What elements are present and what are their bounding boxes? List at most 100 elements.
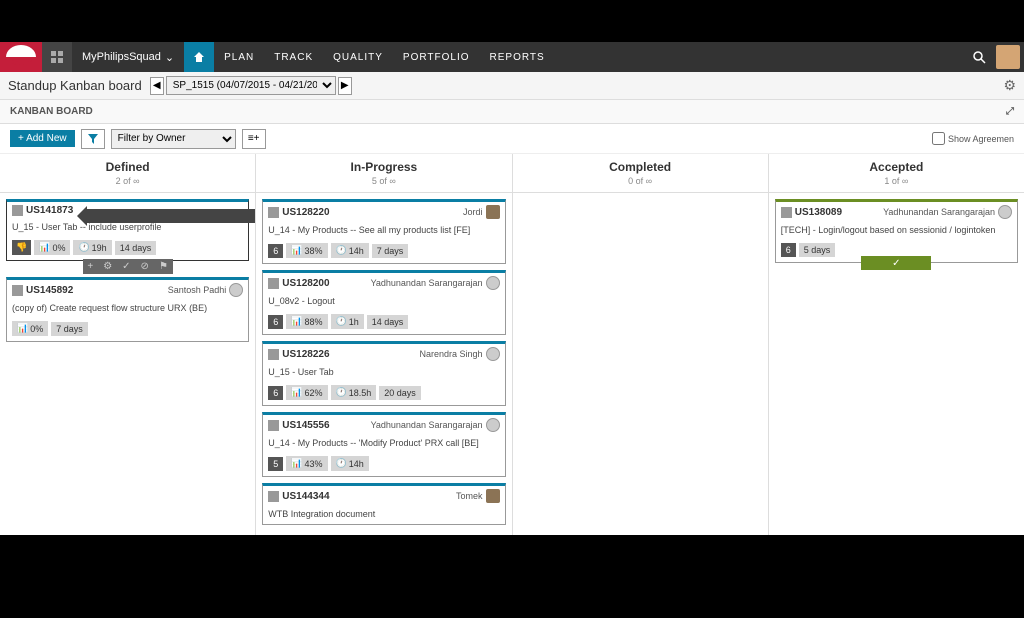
column-count: 1 of ∞: [775, 176, 1018, 186]
card-stats: 6 📊88% 🕐1h 14 days: [263, 311, 504, 334]
stat-percent: 📊0%: [34, 240, 70, 255]
story-icon: [268, 491, 279, 502]
card-description: WTB Integration document: [263, 506, 504, 524]
gear-icon[interactable]: ⚙: [1003, 77, 1016, 94]
owner-avatar-icon: [486, 418, 500, 432]
card[interactable]: US128200 Yadhunandan Sarangarajan U_08v2…: [262, 270, 505, 335]
card-id[interactable]: US128200: [282, 278, 329, 289]
section-header: KANBAN BOARD ⤢: [0, 100, 1024, 124]
card-action-bar: + ⚙ ✓ ⊘ ⚑: [83, 259, 173, 274]
column-count: 2 of ∞: [6, 176, 249, 186]
card[interactable]: US128226 Narendra Singh U_15 - User Tab …: [262, 341, 505, 406]
card[interactable]: US141873 U_15 - User Tab -- include user…: [6, 199, 249, 261]
column-body[interactable]: US141873 U_15 - User Tab -- include user…: [0, 193, 255, 535]
stat-days: 7 days: [51, 322, 88, 336]
workspace-selector[interactable]: MyPhilipsSquad ⌄: [72, 42, 184, 72]
nav-track[interactable]: TRACK: [264, 42, 323, 72]
show-agreement-toggle[interactable]: Show Agreemen: [932, 132, 1014, 145]
owner-avatar-icon: [486, 489, 500, 503]
action-add-icon[interactable]: +: [87, 261, 93, 272]
card-owner: Yadhunandan Sarangarajan: [883, 205, 1012, 219]
action-flag-icon[interactable]: ⚑: [159, 261, 168, 272]
owner-avatar-icon: [998, 205, 1012, 219]
stat-days: 20 days: [379, 386, 421, 400]
apps-icon[interactable]: [42, 42, 72, 72]
card[interactable]: US145892 Santosh Padhi (copy of) Create …: [6, 277, 249, 342]
stat-days: 14 days: [367, 315, 409, 329]
card-id[interactable]: US145892: [26, 285, 73, 296]
thumb-icon: 👎: [12, 240, 31, 255]
stat-percent: 📊62%: [286, 385, 327, 400]
stat-days: 14 days: [115, 241, 157, 255]
story-icon: [268, 278, 279, 289]
card-description: U_08v2 - Logout: [263, 293, 504, 311]
card-stats: 5 📊43% 🕐14h: [263, 453, 504, 476]
column-header: In-Progress 5 of ∞: [256, 154, 511, 193]
column-accepted: Accepted 1 of ∞ US138089 Yadhunandan Sar…: [769, 154, 1024, 535]
card[interactable]: US138089 Yadhunandan Sarangarajan [TECH]…: [775, 199, 1018, 263]
stat-points: 6: [781, 243, 796, 257]
card-owner: Yadhunandan Sarangarajan: [371, 418, 500, 432]
owner-avatar-icon: [486, 205, 500, 219]
stat-points: 6: [268, 244, 283, 258]
card-description: U_14 - My Products -- See all my product…: [263, 222, 504, 240]
search-icon[interactable]: [962, 50, 996, 64]
story-icon: [268, 420, 279, 431]
stat-percent: 📊88%: [286, 314, 327, 329]
kanban-board: Defined 2 of ∞ US141873 U_15 - User Tab …: [0, 154, 1024, 535]
card-id[interactable]: US145556: [282, 420, 329, 431]
sprint-next-button[interactable]: ▶: [338, 77, 352, 95]
card[interactable]: US128220 Jordi U_14 - My Products -- See…: [262, 199, 505, 264]
column-header: Accepted 1 of ∞: [769, 154, 1024, 193]
story-icon: [781, 207, 792, 218]
add-new-button[interactable]: + Add New: [10, 130, 75, 147]
owner-avatar-icon: [229, 283, 243, 297]
card-stats: 6 📊38% 🕐14h 7 days: [263, 240, 504, 263]
sprint-navigator: ◀ SP_1515 (04/07/2015 - 04/21/2015) ▶: [150, 76, 352, 95]
nav-reports[interactable]: REPORTS: [480, 42, 555, 72]
card-owner: Jordi: [463, 205, 500, 219]
story-icon: [268, 349, 279, 360]
column-title: Defined: [6, 160, 249, 174]
card-id[interactable]: US144344: [282, 491, 329, 502]
top-navbar: RALLY MyPhilipsSquad ⌄ PLAN TRACK QUALIT…: [0, 42, 1024, 72]
nav-quality[interactable]: QUALITY: [323, 42, 393, 72]
card-owner: Santosh Padhi: [168, 283, 244, 297]
column-title: Completed: [519, 160, 762, 174]
card-id[interactable]: US128226: [282, 349, 329, 360]
column-body[interactable]: US138089 Yadhunandan Sarangarajan [TECH]…: [769, 193, 1024, 535]
view-toggle-button[interactable]: ≡+: [242, 129, 266, 149]
card-id[interactable]: US141873: [26, 205, 73, 216]
action-block-icon[interactable]: ⊘: [141, 261, 149, 272]
expand-icon[interactable]: ⤢: [1006, 106, 1014, 117]
stat-time: 🕐14h: [331, 243, 369, 258]
card-stats: 👎 📊0% 🕐19h 14 days: [7, 237, 248, 260]
sprint-prev-button[interactable]: ◀: [150, 77, 164, 95]
column-body[interactable]: [513, 193, 768, 535]
nav-plan[interactable]: PLAN: [214, 42, 264, 72]
filter-icon[interactable]: [81, 129, 105, 149]
card[interactable]: US145556 Yadhunandan Sarangarajan U_14 -…: [262, 412, 505, 477]
column-defined: Defined 2 of ∞ US141873 U_15 - User Tab …: [0, 154, 256, 535]
card-stats: 6 📊62% 🕐18.5h 20 days: [263, 382, 504, 405]
home-button[interactable]: [184, 42, 214, 72]
story-icon: [12, 285, 23, 296]
stat-points: 5: [268, 457, 283, 471]
action-check-icon[interactable]: ✓: [122, 261, 130, 272]
accepted-badge: ✓: [861, 256, 931, 270]
user-avatar[interactable]: [996, 45, 1020, 69]
action-settings-icon[interactable]: ⚙: [103, 261, 112, 272]
stat-time: 🕐18.5h: [331, 385, 377, 400]
card-id[interactable]: US138089: [795, 207, 842, 218]
nav-portfolio[interactable]: PORTFOLIO: [393, 42, 480, 72]
column-body[interactable]: US128220 Jordi U_14 - My Products -- See…: [256, 193, 511, 535]
agreement-checkbox[interactable]: [932, 132, 945, 145]
owner-filter-select[interactable]: Filter by Owner: [111, 129, 236, 149]
stat-time: 🕐14h: [331, 456, 369, 471]
column-count: 0 of ∞: [519, 176, 762, 186]
owner-avatar-icon: [486, 276, 500, 290]
column-title: Accepted: [775, 160, 1018, 174]
card[interactable]: US144344 Tomek WTB Integration document: [262, 483, 505, 525]
sprint-select[interactable]: SP_1515 (04/07/2015 - 04/21/2015): [166, 76, 336, 95]
card-id[interactable]: US128220: [282, 207, 329, 218]
